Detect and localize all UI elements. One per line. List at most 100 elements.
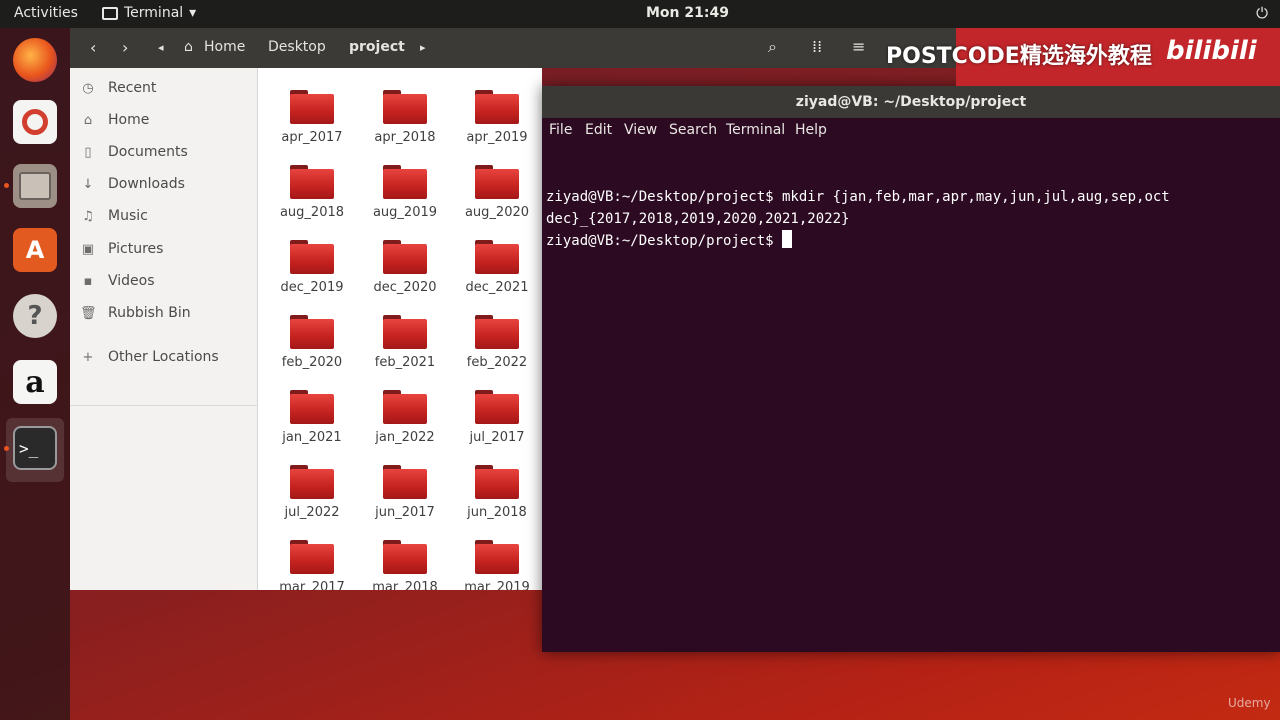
view-options-icon[interactable]: ⁞⁞	[812, 37, 822, 56]
folder-label: mar_2019	[464, 580, 530, 590]
sidebar-item-label: Documents	[108, 144, 188, 160]
home-icon[interactable]: ⌂	[184, 39, 193, 55]
folder-icon	[383, 390, 427, 424]
breadcrumb-home[interactable]: Home	[204, 39, 245, 55]
terminal-window[interactable]: ziyad@VB: ~/Desktop/project File Edit Vi…	[542, 86, 1280, 652]
top-bar: Activities Terminal ▾ Mon 21:49 ⏻	[0, 0, 1280, 28]
folder-item[interactable]: jan_2022	[362, 388, 448, 454]
home-icon: ⌂	[83, 112, 93, 128]
path-left-icon[interactable]: ◂	[158, 41, 164, 54]
sidebar-item-other-locations[interactable]: + Other Locations	[80, 346, 219, 368]
folder-label: feb_2021	[374, 355, 436, 370]
watermark-text: POSTCODE精选海外教程	[886, 44, 1152, 69]
folder-item[interactable]: mar_2017	[269, 538, 355, 590]
folder-label: aug_2019	[372, 205, 438, 220]
folder-icon	[290, 390, 334, 424]
folder-item[interactable]: apr_2017	[269, 88, 355, 154]
folder-label: dec_2019	[280, 280, 344, 295]
folder-icon	[475, 465, 519, 499]
breadcrumb-desktop[interactable]: Desktop	[268, 39, 326, 55]
sidebar-item-label: Music	[108, 208, 148, 224]
sidebar-item-label: Home	[108, 112, 150, 128]
path-right-icon[interactable]: ▸	[420, 41, 426, 54]
software-icon[interactable]: A	[13, 228, 57, 272]
rhythmbox-icon[interactable]	[13, 100, 57, 144]
firefox-icon[interactable]	[13, 38, 57, 82]
folder-item[interactable]: mar_2019	[454, 538, 540, 590]
activities-button[interactable]: Activities	[14, 5, 78, 21]
videos-icon: ▪	[83, 273, 93, 289]
running-indicator	[4, 183, 9, 188]
folder-icon	[290, 315, 334, 349]
amazon-icon[interactable]: a	[13, 360, 57, 404]
folder-grid: apr_2017 apr_2018 apr_2019 aug_2018 aug_2019…	[258, 68, 542, 590]
watermark-banner: POSTCODE精选海外教程 bilibili	[886, 28, 1280, 86]
breadcrumb-project[interactable]: project	[349, 39, 405, 55]
menu-file[interactable]: File	[549, 122, 572, 138]
folder-label: mar_2017	[279, 580, 345, 590]
folder-item[interactable]: aug_2019	[362, 163, 448, 229]
help-icon[interactable]: ?	[13, 294, 57, 338]
sidebar-item-videos[interactable]: ▪ Videos	[80, 270, 155, 292]
music-icon: ♫	[82, 208, 94, 224]
folder-icon	[475, 540, 519, 574]
folder-item[interactable]: apr_2018	[362, 88, 448, 154]
sidebar-item-rubbish-bin[interactable]: 🗑 Rubbish Bin	[80, 302, 191, 324]
folder-icon	[290, 240, 334, 274]
clock[interactable]: Mon 21:49	[646, 5, 729, 21]
sidebar-item-label: Videos	[108, 273, 155, 289]
folder-item[interactable]: dec_2019	[269, 238, 355, 304]
folder-item[interactable]: aug_2020	[454, 163, 540, 229]
menu-edit[interactable]: Edit	[585, 122, 612, 138]
terminal-icon	[102, 6, 118, 20]
back-icon[interactable]: ‹	[90, 38, 96, 57]
sidebar-divider	[70, 405, 258, 406]
folder-item[interactable]: mar_2018	[362, 538, 448, 590]
folder-label: aug_2018	[279, 205, 345, 220]
text-cursor	[782, 230, 793, 248]
folder-item[interactable]: apr_2019	[454, 88, 540, 154]
folder-item[interactable]: jun_2018	[454, 463, 540, 529]
folder-item[interactable]: feb_2021	[362, 313, 448, 379]
folder-icon	[290, 540, 334, 574]
sidebar-item-home[interactable]: ⌂ Home	[80, 109, 149, 131]
folder-icon	[290, 465, 334, 499]
folder-label: apr_2019	[466, 130, 528, 145]
terminal-output[interactable]: ziyad@VB:~/Desktop/project$ mkdir {jan,f…	[546, 186, 1276, 252]
app-menu[interactable]: Terminal ▾	[102, 5, 196, 21]
menu-search[interactable]: Search	[669, 122, 717, 138]
folder-label: apr_2017	[281, 130, 343, 145]
folder-icon	[383, 240, 427, 274]
terminal-icon[interactable]: >_	[13, 426, 57, 470]
menu-view[interactable]: View	[624, 122, 657, 138]
folder-item[interactable]: dec_2020	[362, 238, 448, 304]
folder-icon	[475, 165, 519, 199]
forward-icon[interactable]: ›	[122, 38, 128, 57]
folder-label: mar_2018	[372, 580, 438, 590]
sidebar-item-pictures[interactable]: ▣ Pictures	[80, 238, 164, 260]
files-icon[interactable]	[13, 164, 57, 208]
folder-label: apr_2018	[374, 130, 436, 145]
folder-item[interactable]: dec_2021	[454, 238, 540, 304]
power-icon[interactable]: ⏻	[1256, 4, 1268, 22]
running-indicator	[4, 446, 9, 451]
folder-item[interactable]: jan_2021	[269, 388, 355, 454]
terminal-title[interactable]: ziyad@VB: ~/Desktop/project	[542, 86, 1280, 118]
folder-item[interactable]: aug_2018	[269, 163, 355, 229]
menu-icon[interactable]: ≡	[852, 37, 865, 56]
folder-item[interactable]: jul_2017	[454, 388, 540, 454]
chevron-down-icon: ▾	[189, 5, 197, 21]
sidebar-item-recent[interactable]: ◷ Recent	[80, 77, 156, 99]
sidebar-item-music[interactable]: ♫ Music	[80, 205, 148, 227]
folder-item[interactable]: feb_2022	[454, 313, 540, 379]
sidebar-item-downloads[interactable]: ↓ Downloads	[80, 173, 185, 195]
sidebar-item-documents[interactable]: ▯ Documents	[80, 141, 188, 163]
terminal-menubar: File Edit View Search Terminal Help	[542, 118, 1280, 142]
folder-item[interactable]: jul_2022	[269, 463, 355, 529]
folder-item[interactable]: feb_2020	[269, 313, 355, 379]
search-icon[interactable]: ⌕	[768, 37, 777, 57]
menu-terminal[interactable]: Terminal	[726, 122, 785, 138]
folder-item[interactable]: jun_2017	[362, 463, 448, 529]
menu-help[interactable]: Help	[795, 122, 827, 138]
folder-label: dec_2021	[465, 280, 529, 295]
